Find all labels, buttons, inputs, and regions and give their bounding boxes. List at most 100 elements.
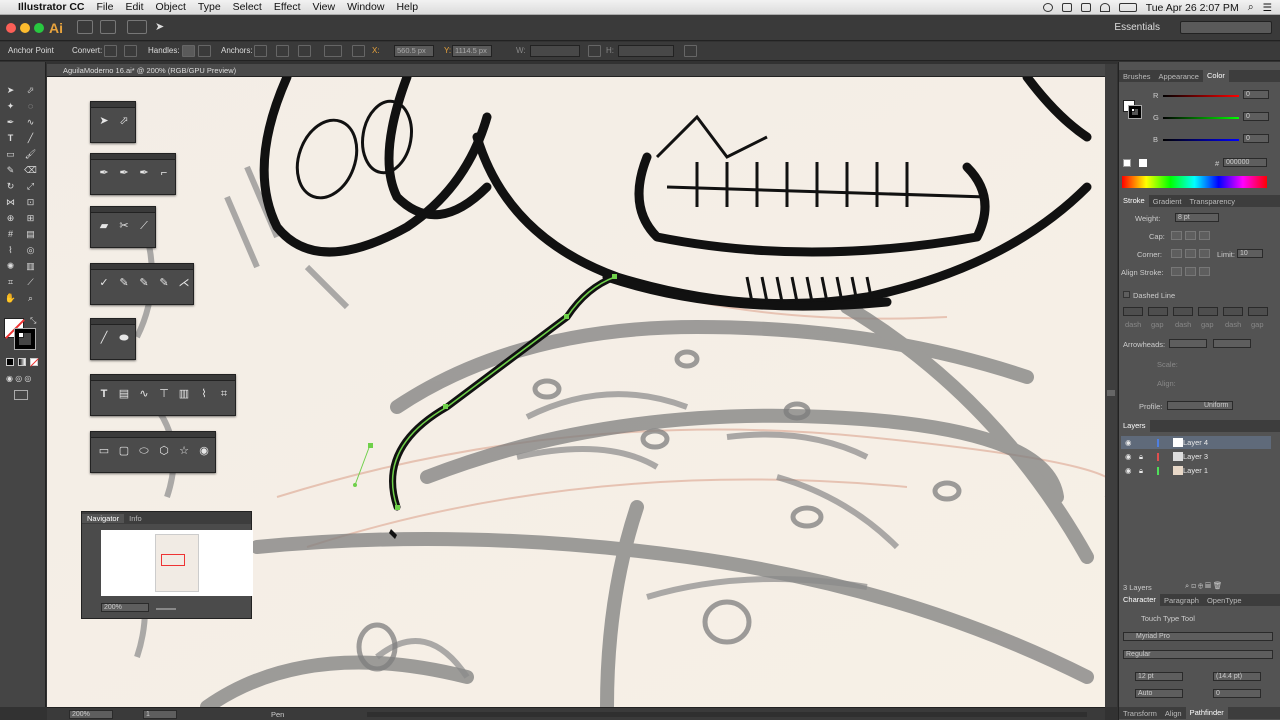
connect-anchor-button[interactable] xyxy=(276,45,289,57)
g-value-input[interactable]: 0 xyxy=(1243,112,1269,121)
gap-input-1[interactable] xyxy=(1148,307,1168,316)
rectangle-tool-icon[interactable]: ▭ xyxy=(4,148,17,161)
pen-tool-icon[interactable]: ✒ xyxy=(4,116,17,129)
hand-tool-icon[interactable]: ✋ xyxy=(4,292,17,305)
gradient-mode-button[interactable] xyxy=(18,358,26,366)
record-icon[interactable] xyxy=(1042,3,1053,12)
workspace-switcher[interactable]: Essentials xyxy=(1114,22,1160,33)
layer-name[interactable]: Layer 1 xyxy=(1183,466,1208,475)
artboard-tool-icon[interactable]: ⌗ xyxy=(4,276,17,289)
round-cap-button[interactable] xyxy=(1185,231,1196,240)
tab-gradient[interactable]: Gradient xyxy=(1149,197,1186,206)
swap-fill-stroke-icon[interactable]: ⤡ xyxy=(30,316,36,326)
menu-object[interactable]: Object xyxy=(150,1,192,13)
tab-opentype[interactable]: OpenType xyxy=(1203,596,1246,605)
tab-align[interactable]: Align xyxy=(1161,709,1186,718)
vertical-area-type-tool-icon[interactable]: ▥ xyxy=(177,387,191,401)
color-mode-button[interactable] xyxy=(6,358,14,366)
hex-input[interactable]: 000000 xyxy=(1223,158,1267,167)
lock-icon[interactable]: 🔒︎ xyxy=(1139,466,1143,476)
wifi-icon[interactable] xyxy=(1099,3,1110,12)
screen-mode-icon[interactable] xyxy=(14,390,28,400)
layer-actions-icon[interactable]: ⌕ ⊡ ⊕ ▤ 🗑 xyxy=(1185,581,1222,591)
constrain-proportions-icon[interactable] xyxy=(588,45,601,57)
ellipse-tool-icon[interactable]: ⬭ xyxy=(137,444,151,458)
kerning-input[interactable]: Auto xyxy=(1135,689,1183,698)
send-icon[interactable]: ➤ xyxy=(155,20,164,33)
stroke-swatch[interactable] xyxy=(14,328,36,350)
layer-row[interactable]: ◉ Layer 4 xyxy=(1121,436,1271,449)
dashed-line-checkbox[interactable] xyxy=(1123,291,1130,298)
type-on-path-tool-icon[interactable]: ∿ xyxy=(137,387,151,401)
projecting-cap-button[interactable] xyxy=(1199,231,1210,240)
selection-tool-icon[interactable]: ➤ xyxy=(97,114,111,128)
menu-help[interactable]: Help xyxy=(390,1,424,13)
shaper-tool-icon[interactable]: ✎ xyxy=(4,164,17,177)
align-center-button[interactable] xyxy=(1171,267,1182,276)
magic-wand-tool-icon[interactable]: ✦ xyxy=(4,100,17,113)
bezier-handle-point[interactable] xyxy=(353,483,357,487)
free-transform-tool-icon[interactable]: ⊡ xyxy=(24,196,37,209)
gradient-tool-icon[interactable]: ▤ xyxy=(24,228,37,241)
layer-row[interactable]: ◉ 🔒︎ Layer 1 xyxy=(1121,464,1271,477)
align-anchors-button[interactable] xyxy=(324,45,342,57)
tab-pathfinder[interactable]: Pathfinder xyxy=(1185,707,1228,719)
r-value-input[interactable]: 0 xyxy=(1243,90,1269,99)
none-mode-button[interactable] xyxy=(30,358,39,367)
spotlight-icon[interactable]: ⌕ xyxy=(1248,1,1254,14)
slice-tool-icon[interactable]: ⟋ xyxy=(24,276,37,289)
dash-input-2[interactable] xyxy=(1173,307,1193,316)
anchor-point-tool-icon[interactable]: ⌐ xyxy=(157,166,171,180)
remove-anchor-button[interactable] xyxy=(254,45,267,57)
leading-input[interactable]: (14.4 pt) xyxy=(1213,672,1261,681)
anchor-point[interactable] xyxy=(612,274,617,279)
shaper-tool-icon[interactable]: ✓ xyxy=(97,276,111,290)
tab-character[interactable]: Character xyxy=(1119,594,1160,606)
star-tool-icon[interactable]: ☆ xyxy=(177,444,191,458)
menu-file[interactable]: File xyxy=(91,1,120,13)
join-tool-icon[interactable]: ⋌ xyxy=(177,276,191,290)
blend-tool-icon[interactable]: ◎ xyxy=(24,244,37,257)
flare-tool-icon[interactable]: ◉ xyxy=(197,444,211,458)
document-tab[interactable]: AguilaModerno 16.ai* @ 200% (RGB/GPU Pre… xyxy=(47,64,1105,77)
close-window-button[interactable] xyxy=(6,23,16,33)
eraser-tool-icon[interactable]: ⌫ xyxy=(24,164,37,177)
eyedropper-tool-icon[interactable]: ⌇ xyxy=(4,244,17,257)
cut-path-button[interactable] xyxy=(298,45,311,57)
tab-info[interactable]: Info xyxy=(124,514,147,523)
anchor-point[interactable] xyxy=(443,404,448,409)
show-handles-button[interactable] xyxy=(182,45,195,57)
status-current-tool[interactable]: Pen xyxy=(271,710,284,719)
polygon-tool-icon[interactable]: ⬡ xyxy=(157,444,171,458)
b-slider[interactable] xyxy=(1163,139,1239,141)
b-value-input[interactable]: 0 xyxy=(1243,134,1269,143)
arrowhead-start-select[interactable] xyxy=(1169,339,1207,348)
tab-color[interactable]: Color xyxy=(1202,70,1229,82)
color-spectrum[interactable] xyxy=(1122,176,1267,188)
scale-tool-icon[interactable]: ⤢ xyxy=(24,180,37,193)
arrowhead-end-select[interactable] xyxy=(1213,339,1251,348)
touch-type-tool-icon[interactable]: ⌗ xyxy=(217,387,231,401)
menu-list-icon[interactable]: ☰ xyxy=(1263,2,1272,14)
navigator-zoom-input[interactable]: 200% xyxy=(101,603,149,612)
isolate-icon[interactable] xyxy=(684,45,697,57)
none-color-swatch[interactable] xyxy=(1123,159,1131,167)
r-slider[interactable] xyxy=(1163,95,1239,97)
touch-type-tool-button[interactable]: Touch Type Tool xyxy=(1141,614,1195,623)
paintbrush-tool-icon[interactable]: 🖌 xyxy=(24,148,37,161)
curvature-tool-icon[interactable]: ∿ xyxy=(24,116,37,129)
pen-tool-icon[interactable]: ✒ xyxy=(97,166,111,180)
cloud-icon[interactable] xyxy=(1080,3,1091,12)
add-anchor-tool-icon[interactable]: ✒ xyxy=(117,166,131,180)
menu-select[interactable]: Select xyxy=(227,1,268,13)
delete-anchor-tool-icon[interactable]: ✒ xyxy=(137,166,151,180)
menu-view[interactable]: View xyxy=(307,1,342,13)
shape-builder-tool-icon[interactable]: ⊕ xyxy=(4,212,17,225)
hide-handles-button[interactable] xyxy=(198,45,211,57)
lock-icon[interactable]: 🔒︎ xyxy=(1139,452,1143,462)
menu-type[interactable]: Type xyxy=(192,1,227,13)
arrange-documents-button[interactable] xyxy=(127,20,147,34)
vertical-scrollbar[interactable] xyxy=(1105,64,1117,707)
rotate-tool-icon[interactable]: ↻ xyxy=(4,180,17,193)
tab-appearance[interactable]: Appearance xyxy=(1155,72,1203,81)
